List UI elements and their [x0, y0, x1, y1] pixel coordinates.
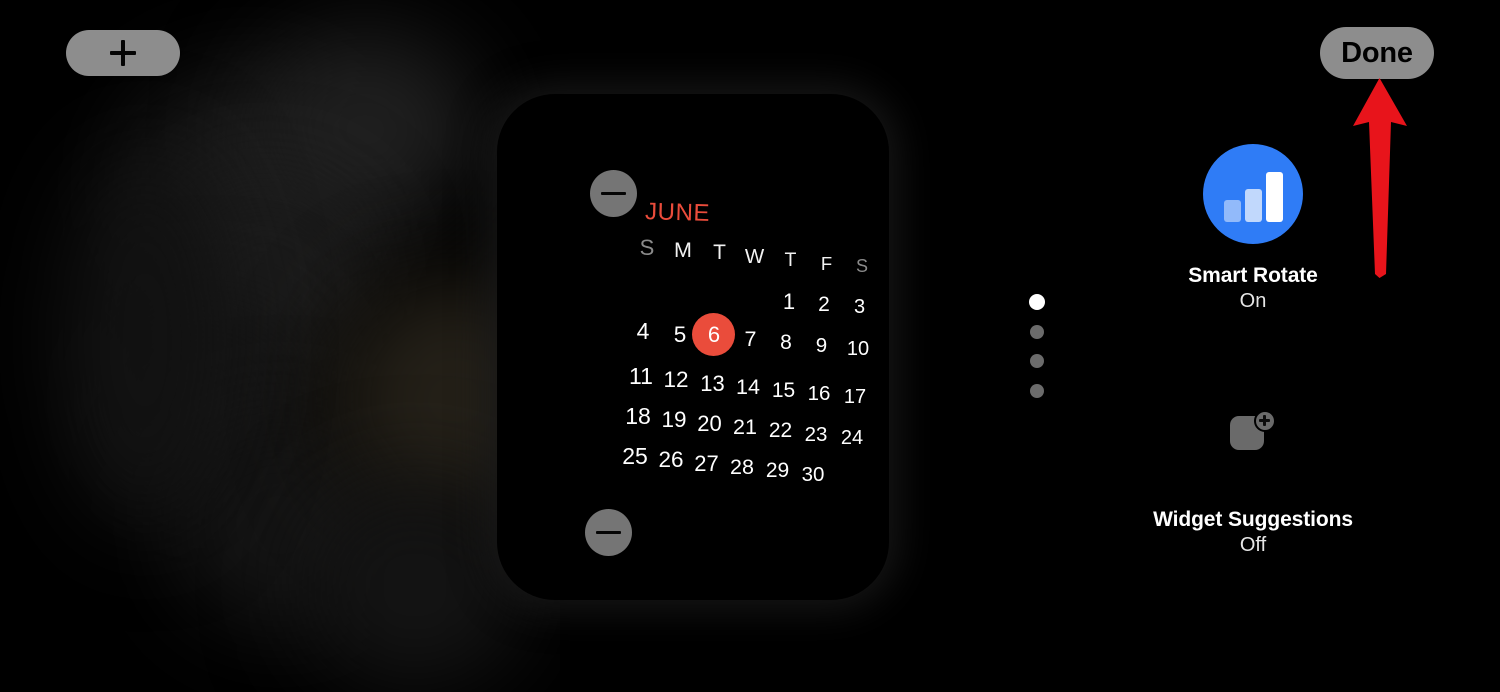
calendar-day[interactable]: 19	[658, 407, 690, 433]
smart-rotate-label: Smart Rotate	[1188, 264, 1318, 287]
calendar-day[interactable]: 25	[619, 443, 651, 470]
calendar-day[interactable]: 2	[811, 293, 837, 317]
calendar-day[interactable]: 26	[655, 447, 687, 473]
calendar-day[interactable]: 23	[802, 423, 830, 447]
calendar-day[interactable]: 21	[730, 415, 760, 440]
calendar-day[interactable]: 12	[660, 367, 692, 393]
calendar-day[interactable]: 13	[697, 371, 728, 397]
bar-chart-icon	[1203, 144, 1303, 244]
calendar-day[interactable]: 18	[622, 403, 654, 430]
smart-rotate-setting[interactable]: Smart Rotate On	[1103, 144, 1403, 313]
calendar-day[interactable]: 3	[847, 296, 872, 319]
page-dot-active[interactable]	[1029, 294, 1045, 310]
calendar-day[interactable]: 17	[841, 386, 869, 409]
widget-suggestions-value: Off	[1239, 534, 1267, 556]
calendar-day[interactable]: 4	[629, 318, 657, 345]
calendar-weekday-header: M	[674, 238, 692, 262]
calendar-day[interactable]: 16	[805, 382, 833, 406]
calendar-day[interactable]: 24	[838, 427, 866, 450]
calendar-day[interactable]: 7	[737, 327, 764, 352]
calendar-day-selected[interactable]: 6	[700, 322, 728, 348]
calendar-day[interactable]: 20	[694, 411, 725, 437]
calendar-day[interactable]: 15	[769, 379, 798, 403]
calendar-day[interactable]: 22	[766, 419, 795, 443]
calendar-weekday-header: T	[784, 249, 797, 271]
calendar-day[interactable]: 5	[666, 322, 694, 348]
calendar-widget[interactable]: JUNE S M T W T F S 1 2 3 4 5 6 7 8 9 10 …	[0, 0, 1500, 692]
page-dot[interactable]	[1030, 384, 1044, 398]
smart-rotate-value: On	[1239, 290, 1267, 312]
calendar-day[interactable]: 27	[691, 451, 722, 477]
calendar-day[interactable]: 10	[843, 338, 873, 361]
calendar-weekday-header: W	[744, 245, 765, 268]
calendar-day[interactable]: 1	[775, 289, 803, 315]
calendar-day[interactable]: 14	[733, 375, 763, 400]
widget-suggestions-label: Widget Suggestions	[1153, 508, 1353, 531]
remove-widget-button-bottom[interactable]	[585, 509, 632, 556]
widget-plus-icon	[1230, 410, 1276, 456]
widget-edit-screen: Done JUNE S M T W T F S 1 2 3 4 5 6 7 8 …	[0, 0, 1500, 692]
page-dot[interactable]	[1030, 325, 1044, 339]
calendar-day[interactable]: 8	[773, 331, 799, 355]
calendar-day[interactable]: 30	[799, 463, 827, 487]
calendar-day[interactable]: 11	[625, 363, 657, 390]
calendar-day[interactable]: 28	[727, 455, 757, 480]
remove-widget-button-top[interactable]	[590, 170, 637, 217]
calendar-day[interactable]: 29	[763, 459, 792, 483]
calendar-day[interactable]: 9	[809, 334, 834, 358]
calendar-month-label: JUNE	[644, 198, 711, 227]
calendar-weekday-header: S	[639, 235, 655, 260]
calendar-weekday-header: S	[855, 256, 868, 276]
widget-suggestions-setting[interactable]: Widget Suggestions Off	[1103, 410, 1403, 557]
calendar-weekday-header: F	[820, 253, 833, 274]
calendar-weekday-header: T	[713, 241, 726, 264]
page-dot[interactable]	[1030, 354, 1044, 368]
